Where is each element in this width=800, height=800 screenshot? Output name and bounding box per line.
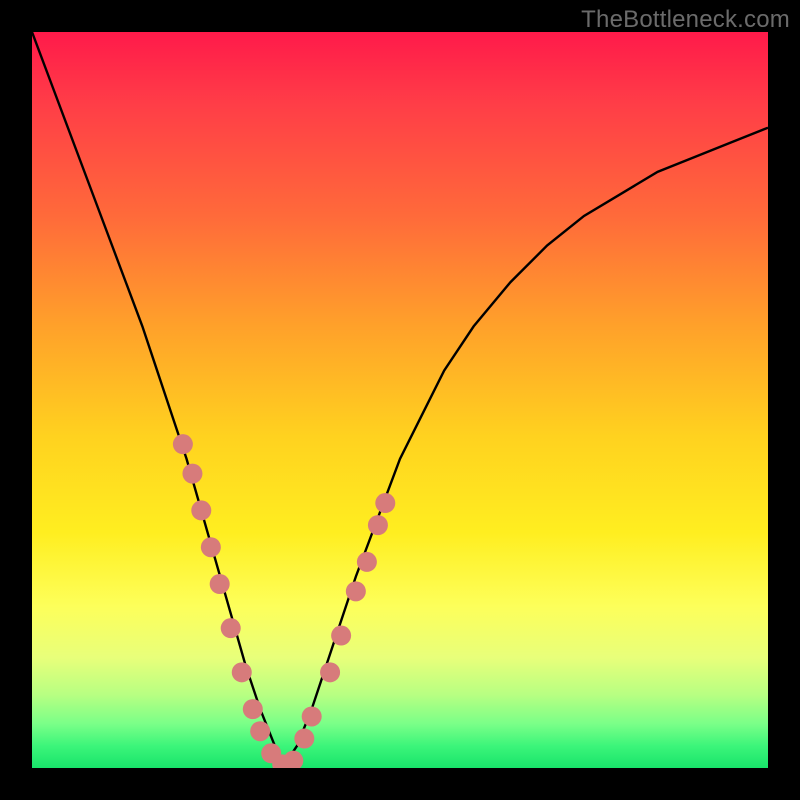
data-marker — [357, 552, 377, 572]
data-marker — [302, 706, 322, 726]
data-marker — [201, 537, 221, 557]
data-marker — [368, 515, 388, 535]
data-marker — [191, 500, 211, 520]
chart-frame: TheBottleneck.com — [0, 0, 800, 800]
bottleneck-curve — [32, 32, 768, 768]
data-marker — [294, 729, 314, 749]
chart-plot-area — [32, 32, 768, 768]
data-marker — [221, 618, 241, 638]
chart-svg — [32, 32, 768, 768]
data-marker — [320, 662, 340, 682]
data-marker — [375, 493, 395, 513]
data-marker — [210, 574, 230, 594]
watermark-text: TheBottleneck.com — [581, 6, 790, 34]
data-markers — [173, 434, 395, 768]
data-marker — [346, 581, 366, 601]
data-marker — [243, 699, 263, 719]
data-marker — [283, 751, 303, 768]
data-marker — [331, 626, 351, 646]
data-marker — [182, 464, 202, 484]
data-marker — [173, 434, 193, 454]
data-marker — [232, 662, 252, 682]
data-marker — [250, 721, 270, 741]
